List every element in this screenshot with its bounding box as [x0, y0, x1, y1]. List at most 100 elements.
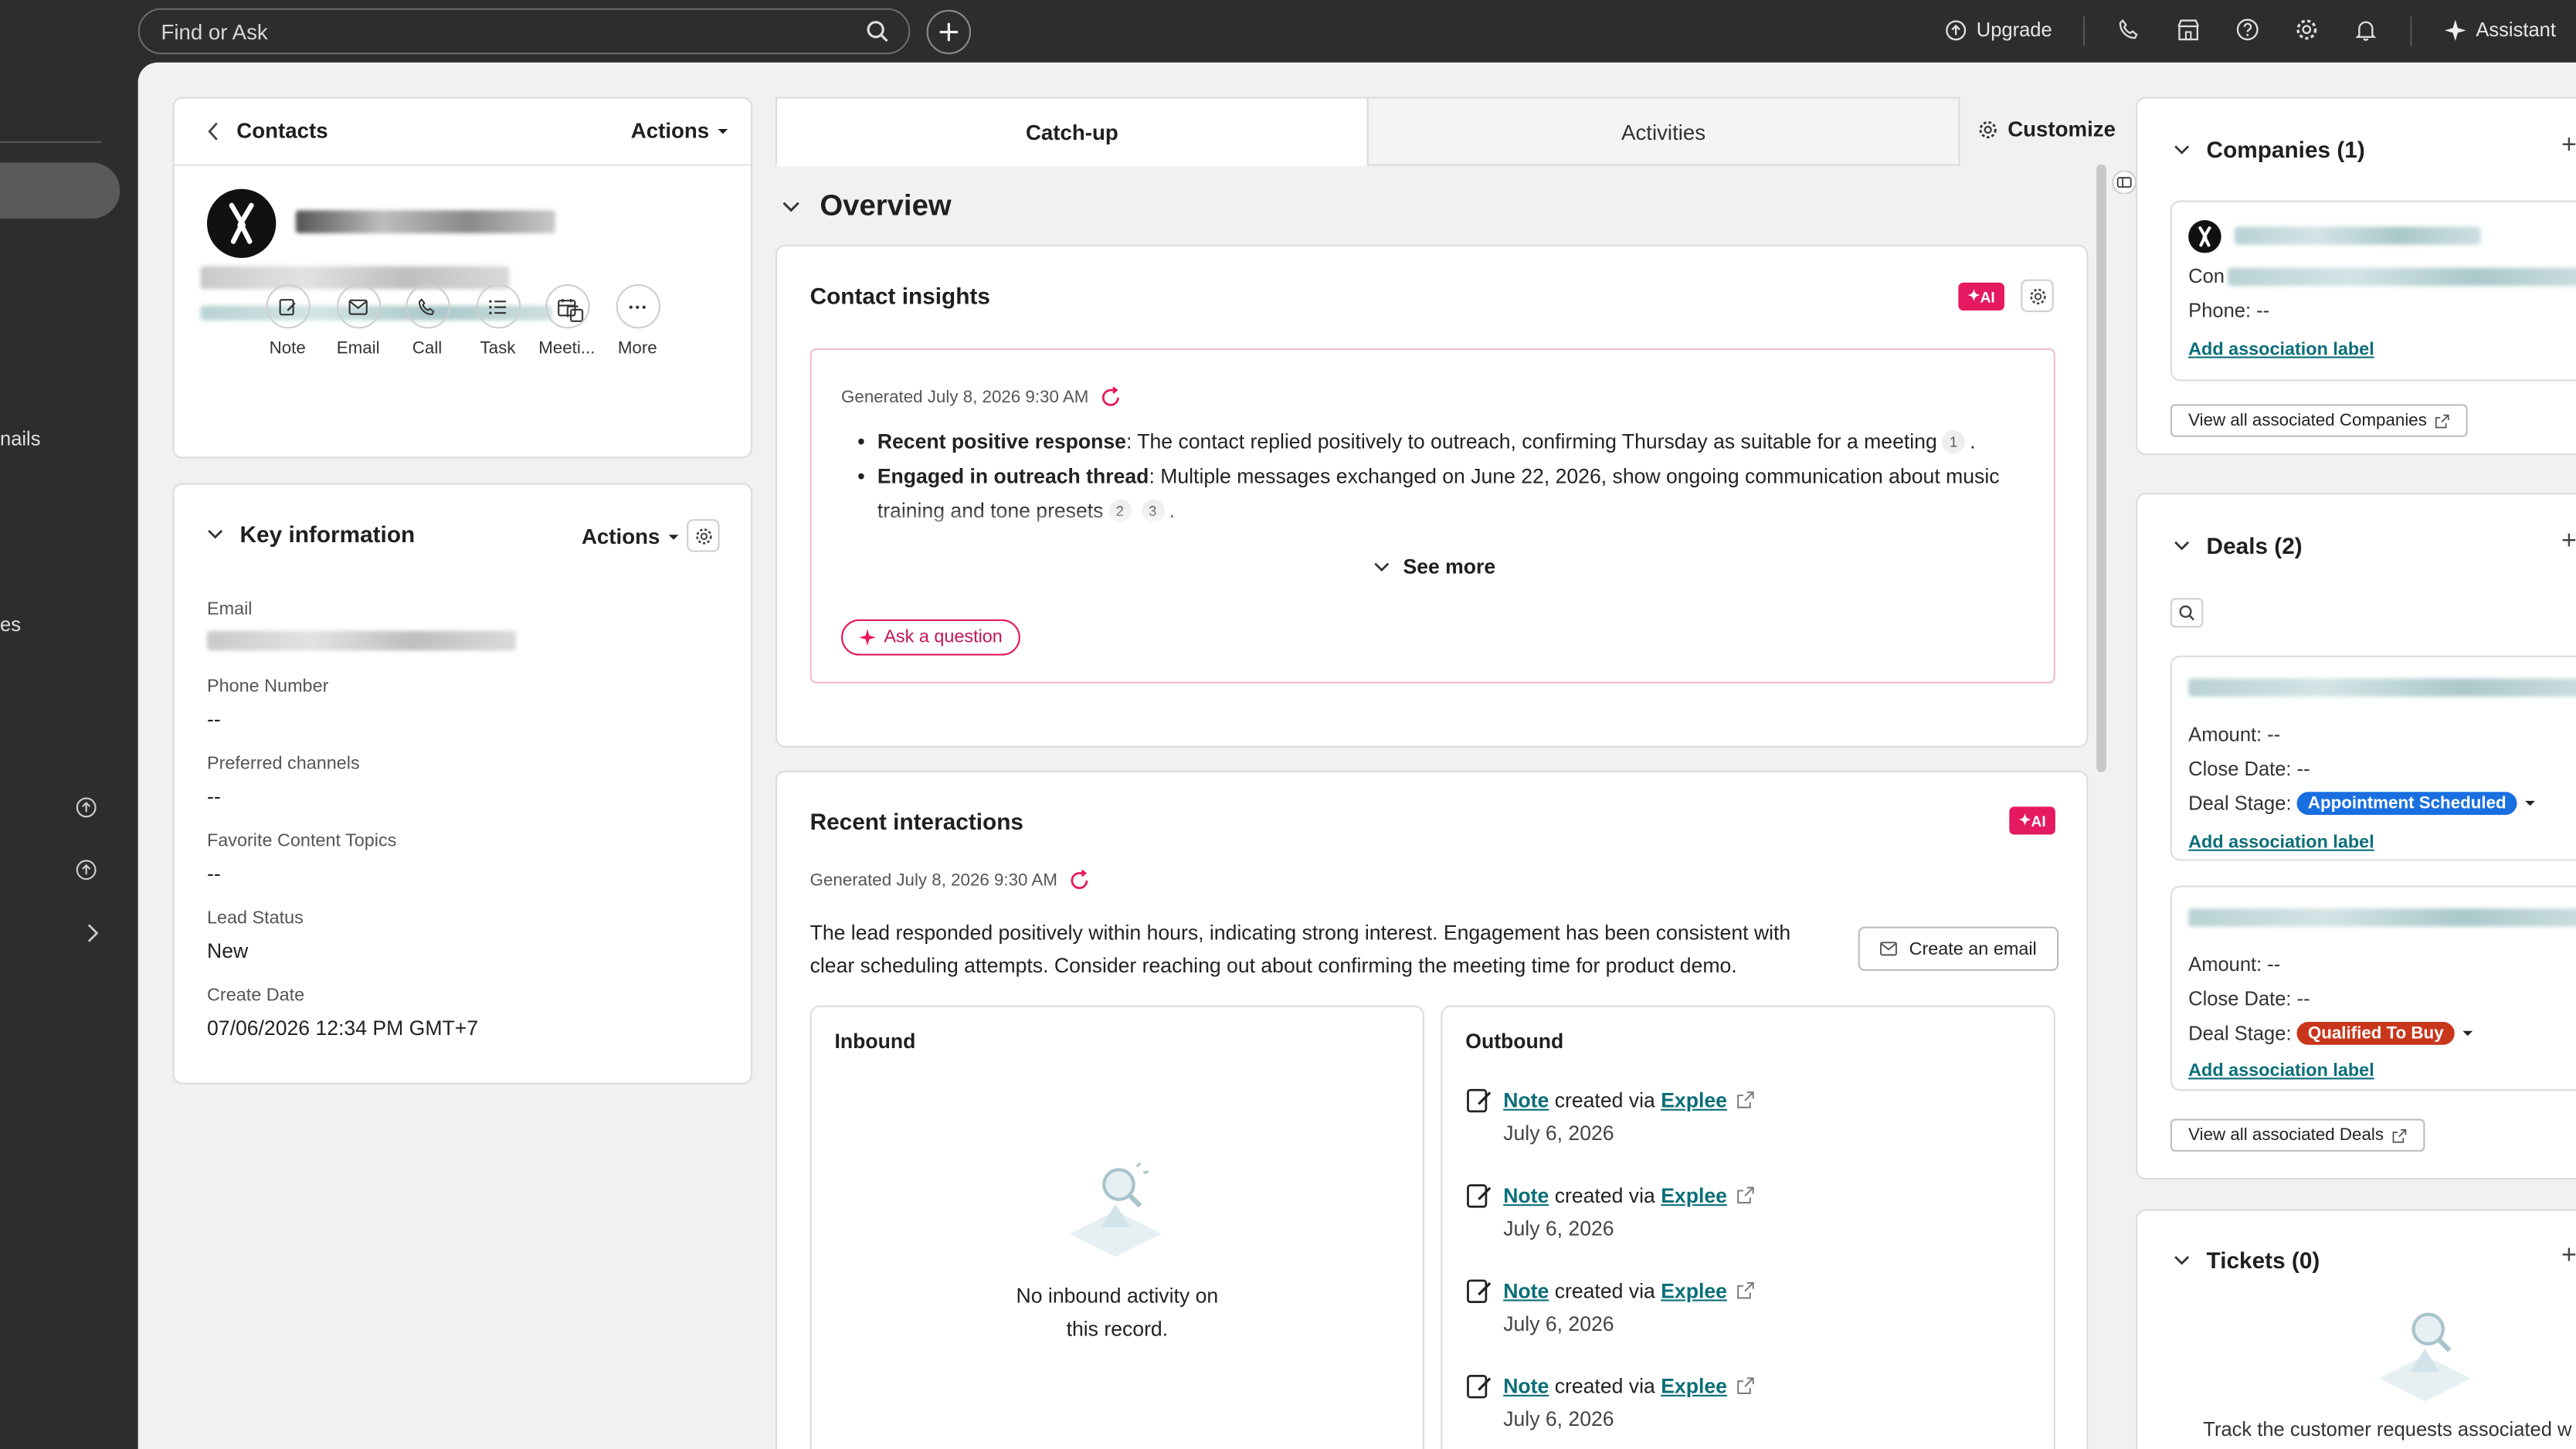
search-placeholder: Find or Ask	[161, 19, 268, 45]
nav-item-partial[interactable]: nails	[0, 427, 41, 450]
create-button[interactable]	[926, 9, 972, 55]
phone-icon[interactable]	[2118, 18, 2141, 49]
caret-down-icon	[667, 534, 678, 539]
company-name-redacted[interactable]	[2234, 226, 2481, 245]
regenerate-icon[interactable]	[1067, 869, 1091, 892]
citation-badge[interactable]: 1	[1942, 430, 1965, 454]
create-email-button[interactable]: Create an email	[1858, 926, 2058, 972]
note-link[interactable]: Note	[1503, 1184, 1549, 1207]
view-all-companies-button[interactable]: View all associated Companies	[2170, 404, 2469, 437]
upgrade-label: Upgrade	[1976, 18, 2052, 42]
regenerate-icon[interactable]	[1098, 386, 1122, 409]
actions-label: Actions	[581, 524, 660, 549]
more-quick-action[interactable]: More	[605, 283, 670, 358]
divider	[174, 164, 752, 166]
customize-button[interactable]: Customize	[1978, 117, 2116, 141]
note-icon	[1467, 1184, 1492, 1208]
key-info-settings-button[interactable]	[687, 519, 720, 552]
companies-toggle[interactable]: Companies (1)	[2174, 137, 2365, 163]
favorite-topics-value[interactable]: --	[207, 863, 221, 886]
deal-close-date: Close Date: --	[2188, 987, 2310, 1011]
external-link-icon[interactable]	[1737, 1186, 1755, 1204]
contact-actions-dropdown[interactable]: Actions	[631, 118, 729, 143]
deal-add-association-label[interactable]: Add association label	[2188, 1061, 2374, 1081]
marketplace-icon[interactable]	[2177, 18, 2200, 49]
company-add-association-label[interactable]: Add association label	[2188, 340, 2374, 360]
ask-a-question-button[interactable]: Ask a question	[841, 619, 1021, 656]
key-information-toggle[interactable]: Key information	[207, 521, 415, 547]
search-icon[interactable]	[866, 20, 889, 51]
app-link[interactable]: Explee	[1661, 1088, 1727, 1111]
insights-settings-button[interactable]	[2021, 279, 2054, 313]
external-link-icon[interactable]	[1737, 1091, 1755, 1108]
assistant-button[interactable]: Assistant	[2444, 18, 2556, 41]
overview-section-toggle[interactable]: Overview	[782, 189, 952, 224]
caret-down-icon[interactable]	[2524, 799, 2537, 809]
search-icon	[2179, 605, 2195, 621]
deal-name-redacted[interactable]	[2188, 678, 2576, 697]
sidebar-toggle-icon[interactable]	[2111, 170, 2137, 202]
deal-add-association-label[interactable]: Add association label	[2188, 833, 2374, 853]
create-date-value[interactable]: 07/06/2026 12:34 PM GMT+7	[207, 1017, 478, 1040]
phone-field-label: Phone Number	[207, 677, 329, 697]
tickets-toggle[interactable]: Tickets (0)	[2174, 1247, 2320, 1273]
tab-activities[interactable]: Activities	[1366, 97, 1960, 166]
insights-generated: Generated July 8, 2026 9:30 AM	[841, 386, 1122, 409]
text-fade	[837, 506, 2021, 539]
add-ticket-plus-icon[interactable]: +	[2561, 1242, 2576, 1271]
caret-down-icon[interactable]	[2462, 1029, 2475, 1039]
deal-stage-badge[interactable]: Qualified To Buy	[2296, 1021, 2456, 1045]
deal-stage-badge[interactable]: Appointment Scheduled	[2296, 792, 2518, 815]
meeting-quick-action[interactable]: Meeti...	[534, 283, 599, 358]
nav-active-item[interactable]	[0, 162, 120, 219]
note-link[interactable]: Note	[1503, 1088, 1549, 1111]
upload-icon[interactable]	[76, 797, 97, 826]
external-link-icon[interactable]	[1737, 1281, 1755, 1299]
deals-search-button[interactable]	[2170, 598, 2204, 628]
back-to-contacts[interactable]: Contacts	[207, 118, 328, 143]
preferred-channels-value[interactable]: --	[207, 786, 221, 809]
add-deal-plus-icon[interactable]: +	[2561, 528, 2576, 557]
outbound-date: July 6, 2026	[1503, 1217, 1614, 1240]
tab-catch-up[interactable]: Catch-up	[775, 97, 1369, 166]
deal-stage-label: Deal Stage:	[2188, 1021, 2292, 1045]
inbound-panel: Inbound No inbound activity on this reco…	[809, 1005, 1425, 1449]
customize-label: Customize	[2008, 117, 2116, 141]
notifications-bell-icon[interactable]	[2354, 18, 2377, 49]
middle-scrollbar[interactable]	[2096, 164, 2106, 772]
upload-icon[interactable]	[76, 859, 97, 888]
companies-title: Companies (1)	[2206, 136, 2365, 163]
note-icon	[1467, 1279, 1492, 1304]
sparkle-icon: ✦	[2018, 811, 2031, 829]
phone-field-value[interactable]: --	[207, 708, 221, 731]
settings-gear-icon[interactable]	[2295, 18, 2318, 49]
sparkle-icon: ✦	[1967, 287, 1980, 304]
outbound-date: July 6, 2026	[1503, 1407, 1614, 1431]
help-icon[interactable]	[2236, 18, 2259, 49]
outbound-panel: Outbound Note created via Explee July 6,…	[1441, 1005, 2055, 1449]
email-quick-action[interactable]: Email	[325, 283, 391, 358]
task-quick-action[interactable]: Task	[465, 283, 531, 358]
lead-status-value[interactable]: New	[207, 940, 248, 963]
deal-name-redacted[interactable]	[2188, 908, 2576, 927]
note-link[interactable]: Note	[1503, 1279, 1549, 1302]
app-link[interactable]: Explee	[1661, 1279, 1727, 1302]
more-label: More	[617, 338, 657, 358]
external-link-icon[interactable]	[1737, 1376, 1755, 1394]
app-link[interactable]: Explee	[1661, 1184, 1727, 1207]
key-info-actions-dropdown[interactable]: Actions	[581, 524, 680, 549]
search-input[interactable]: Find or Ask	[137, 8, 911, 55]
call-quick-action[interactable]: Call	[394, 283, 460, 358]
upgrade-button[interactable]: Upgrade	[1945, 18, 2052, 41]
deals-toggle[interactable]: Deals (2)	[2174, 532, 2303, 558]
add-company-plus-icon[interactable]: +	[2561, 131, 2576, 161]
view-all-deals-button[interactable]: View all associated Deals	[2170, 1118, 2425, 1152]
nav-item-partial[interactable]: es	[0, 613, 21, 636]
see-more-button[interactable]: See more	[1373, 555, 1495, 579]
note-quick-action[interactable]: Note	[255, 283, 321, 358]
app-link[interactable]: Explee	[1661, 1374, 1727, 1397]
deal-close-date: Close Date: --	[2188, 757, 2310, 781]
expand-chevron-icon[interactable]	[83, 921, 100, 951]
contacts-breadcrumb: Contacts	[236, 118, 328, 144]
note-link[interactable]: Note	[1503, 1374, 1549, 1397]
